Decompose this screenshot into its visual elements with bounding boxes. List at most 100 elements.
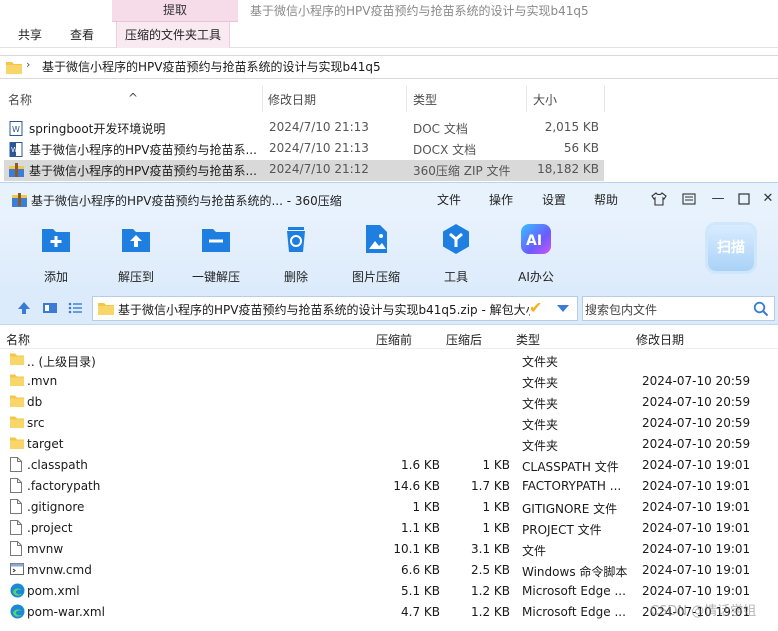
table-row[interactable]: .mvn 文件夹 2024-07-10 20:59 — [0, 371, 778, 392]
row-packed-size: 2.5 KB — [471, 563, 510, 577]
delete-button[interactable]: 删除 — [256, 223, 336, 285]
file-type: DOCX 文档 — [413, 143, 477, 157]
column-packed-size[interactable]: 压缩后 — [446, 331, 482, 348]
tab-share[interactable]: 共享 — [18, 22, 42, 48]
file-size: 56 KB — [563, 141, 599, 155]
table-row[interactable]: db 文件夹 2024-07-10 20:59 — [0, 392, 778, 413]
file-row-selected[interactable]: 基于微信小程序的HPV疫苗预约与抢苗系... 2024/7/10 21:12 3… — [4, 160, 604, 181]
zip-search-box[interactable]: 搜索包内文件 — [582, 296, 775, 321]
file-row[interactable]: W 基于微信小程序的HPV疫苗预约与抢苗系... 2024/7/10 21:13… — [4, 139, 604, 160]
scan-button[interactable]: 扫描 — [708, 225, 754, 271]
extract-to-icon — [122, 229, 150, 252]
file-date: 2024/7/10 21:13 — [269, 120, 369, 134]
column-type[interactable]: 类型 — [516, 331, 540, 348]
explorer-address-bar[interactable]: › 基于微信小程序的HPV疫苗预约与抢苗系统的设计与实现b41q5 — [0, 55, 778, 79]
row-original-size: 1 KB — [412, 500, 440, 514]
table-row[interactable]: .. (上级目录) 文件夹 — [0, 350, 778, 371]
table-row[interactable]: src 文件夹 2024-07-10 20:59 — [0, 413, 778, 434]
row-name: src — [27, 416, 45, 430]
file-type: DOC 文档 — [413, 122, 468, 136]
file-name: springboot开发环境说明 — [29, 122, 166, 136]
zip-title-bar[interactable]: 基于微信小程序的HPV疫苗预约与抢苗系统的... - 360压缩 文件 操作 设… — [0, 183, 778, 215]
menu-settings[interactable]: 设置 — [542, 191, 566, 208]
maximize-icon[interactable] — [736, 191, 752, 207]
folder-icon — [10, 437, 24, 449]
table-row[interactable]: .factorypath 14.6 KB 1.7 KB FACTORYPATH ...… — [0, 476, 778, 497]
zip-toolbar: 添加 解压到 一键解压 删除 图片压缩 工具 AI AI办公 扫描 — [0, 215, 778, 291]
add-icon — [42, 229, 70, 252]
list-view-icon[interactable] — [67, 300, 83, 316]
row-type: 文件夹 — [522, 439, 559, 453]
watermark: CSDN @情话学姐 — [650, 604, 757, 619]
row-original-size: 14.6 KB — [393, 479, 440, 493]
row-date: 2024-07-10 19:01 — [642, 458, 751, 472]
file-name: 基于微信小程序的HPV疫苗预约与抢苗系... — [29, 143, 257, 157]
row-type: PROJECT 文件 — [522, 523, 602, 537]
row-type: 文件 — [522, 544, 547, 558]
row-packed-size: 1.2 KB — [471, 605, 510, 619]
menu-operate[interactable]: 操作 — [489, 191, 513, 208]
zip-address-bar[interactable]: 基于微信小程序的HPV疫苗预约与抢苗系统的设计与实现b41q5.zip - 解包… — [92, 296, 578, 321]
up-arrow-icon[interactable] — [16, 300, 32, 316]
column-name[interactable]: 名称 — [8, 91, 32, 108]
chevron-right-icon[interactable]: › — [26, 58, 30, 71]
table-row[interactable]: .gitignore 1 KB 1 KB GITIGNORE 文件 2024-07-10… — [0, 497, 778, 518]
ai-office-button[interactable]: AI AI办公 — [496, 223, 576, 285]
edge-browser-icon — [10, 604, 25, 619]
column-name[interactable]: 名称 — [6, 331, 30, 348]
row-name: pom.xml — [27, 584, 80, 598]
table-row[interactable]: .project 1.1 KB 1 KB PROJECT 文件 2024-07-10 1… — [0, 518, 778, 539]
search-icon[interactable] — [753, 301, 769, 317]
menu-file[interactable]: 文件 — [437, 191, 461, 208]
table-row[interactable]: target 文件夹 2024-07-10 20:59 — [0, 434, 778, 455]
one-click-extract-button[interactable]: 一键解压 — [176, 223, 256, 285]
file-size: 2,015 KB — [544, 120, 599, 134]
detail-view-icon[interactable] — [42, 300, 58, 316]
dropdown-arrow-icon[interactable] — [557, 305, 569, 312]
minimize-icon[interactable]: — — [710, 191, 726, 207]
search-input[interactable]: 搜索包内文件 — [585, 301, 657, 318]
extract-context-tab[interactable]: 提取 — [112, 0, 238, 22]
file-icon — [10, 541, 22, 556]
folder-icon — [6, 62, 22, 74]
column-size[interactable]: 大小 — [533, 91, 557, 108]
row-name: pom-war.xml — [27, 605, 105, 619]
shirt-skin-icon[interactable] — [651, 191, 667, 207]
image-compress-button[interactable]: 图片压缩 — [336, 223, 416, 285]
row-name: db — [27, 395, 43, 409]
recycle-bin-icon — [287, 227, 305, 252]
tab-compressed-folder-tools[interactable]: 压缩的文件夹工具 — [116, 22, 231, 48]
row-name: .classpath — [27, 458, 88, 472]
tools-button[interactable]: 工具 — [416, 223, 496, 285]
row-name: mvnw — [27, 542, 64, 556]
word-docx-icon: W — [9, 142, 23, 157]
file-row[interactable]: W springboot开发环境说明 2024/7/10 21:13 DOC 文… — [4, 118, 604, 139]
row-type: 文件夹 — [522, 376, 559, 390]
cmd-script-icon — [10, 563, 24, 575]
row-name: .. (上级目录) — [27, 355, 96, 369]
row-name: mvnw.cmd — [27, 563, 92, 577]
file-name: 基于微信小程序的HPV疫苗预约与抢苗系... — [29, 164, 257, 178]
row-original-size: 4.7 KB — [401, 605, 440, 619]
row-packed-size: 3.1 KB — [471, 542, 510, 556]
close-icon[interactable]: ✕ — [760, 191, 776, 207]
row-packed-size: 1.7 KB — [471, 479, 510, 493]
column-original-size[interactable]: 压缩前 — [376, 331, 412, 348]
table-row[interactable]: pom.xml 5.1 KB 1.2 KB Microsoft Edge ... 202… — [0, 581, 778, 602]
row-original-size: 10.1 KB — [393, 542, 440, 556]
extract-to-button[interactable]: 解压到 — [96, 223, 176, 285]
column-type[interactable]: 类型 — [413, 91, 437, 108]
table-row[interactable]: mvnw 10.1 KB 3.1 KB 文件 2024-07-10 19:01 — [0, 539, 778, 560]
menu-icon[interactable] — [681, 191, 697, 207]
add-button[interactable]: 添加 — [16, 223, 96, 285]
table-row[interactable]: .classpath 1.6 KB 1 KB CLASSPATH 文件 2024-07-… — [0, 455, 778, 476]
column-modified-date[interactable]: 修改日期 — [636, 331, 684, 348]
menu-help[interactable]: 帮助 — [594, 191, 618, 208]
row-type: 文件夹 — [522, 355, 559, 369]
vip-check-icon[interactable]: ✔ — [529, 298, 542, 317]
row-date: 2024-07-10 19:01 — [642, 542, 751, 556]
tab-view[interactable]: 查看 — [70, 22, 94, 48]
word-doc-icon: W — [9, 121, 23, 136]
column-date[interactable]: 修改日期 — [268, 91, 316, 108]
table-row[interactable]: mvnw.cmd 6.6 KB 2.5 KB Windows 命令脚本 2024-07-… — [0, 560, 778, 581]
